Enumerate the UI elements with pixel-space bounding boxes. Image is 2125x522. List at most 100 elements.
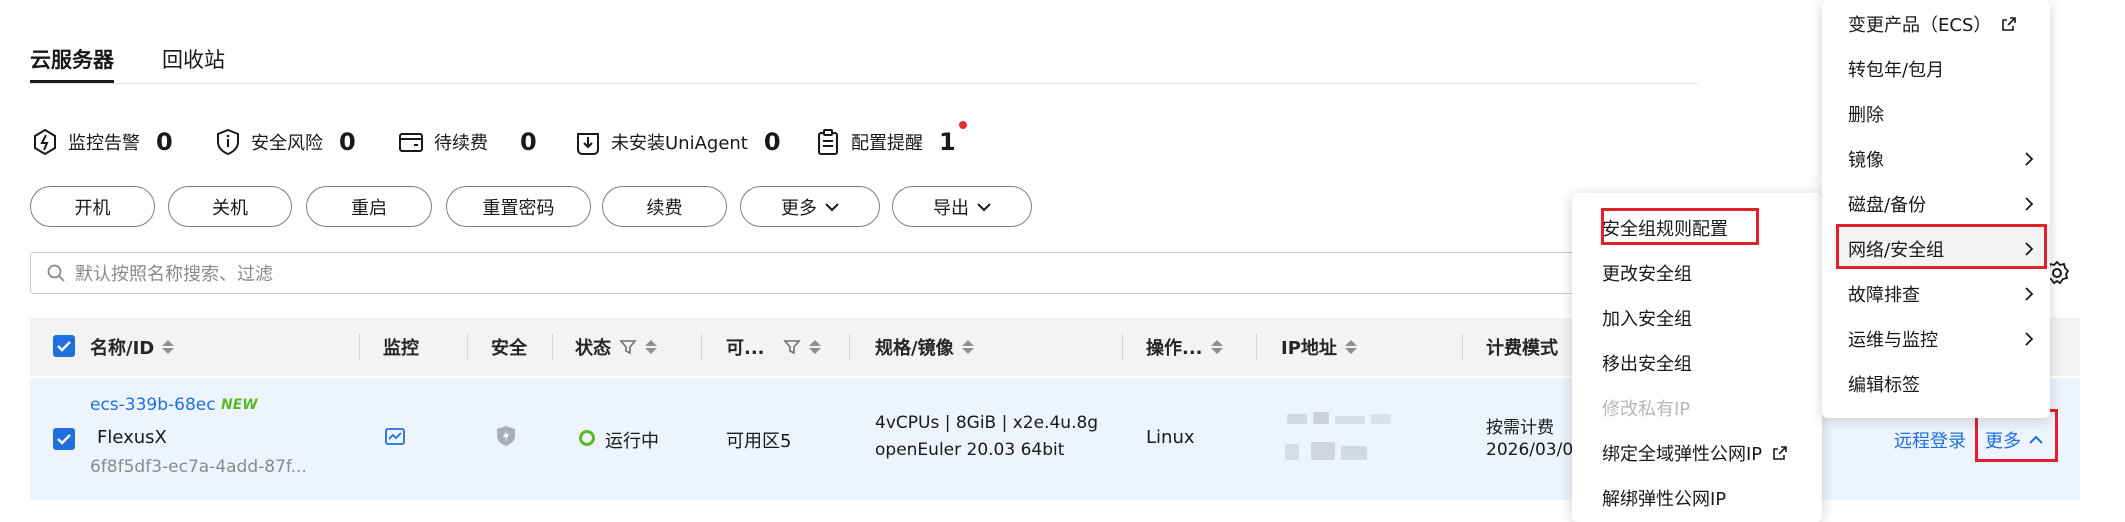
menu-item-leave-sg[interactable]: 移出安全组 [1602,350,1692,376]
highlight-sg-rules [1601,208,1759,245]
reset-password-button[interactable]: 重置密码 [446,186,591,227]
sort-icon[interactable] [162,340,175,354]
start-button[interactable]: 开机 [30,186,155,227]
select-all-checkbox[interactable] [53,335,75,357]
column-billing[interactable]: 计费模式 [1486,318,1558,376]
renew-label: 续费 [646,197,683,219]
menu-item-label: 加入安全组 [1602,309,1692,330]
restart-button[interactable]: 重启 [306,186,432,227]
menu-item-troubleshoot[interactable]: 故障排查 [1848,281,2034,307]
column-divider [552,334,553,360]
row-checkbox[interactable] [53,428,75,450]
menu-item-disk-backup[interactable]: 磁盘/备份 [1848,191,2034,217]
column-monitor-label: 监控 [383,338,419,359]
download-box-icon [577,133,599,155]
stat-label: 安全风险 [251,133,323,154]
tab-recycle-bin[interactable]: 回收站 [162,44,225,74]
search-icon [47,264,65,282]
menu-item-convert-yearly[interactable]: 转包年/包月 [1848,56,1944,82]
menu-item-change-product[interactable]: 变更产品（ECS） [1848,11,2017,37]
sort-icon[interactable] [645,340,657,354]
notification-dot [959,121,967,129]
column-os-label: 操作... [1146,338,1203,359]
tab-divider [30,83,1698,84]
restart-label: 重启 [351,197,387,219]
chevron-right-icon [2025,152,2034,166]
menu-item-image[interactable]: 镜像 [1848,146,2034,172]
menu-item-label: 运维与监控 [1848,330,1938,351]
clipboard-icon [818,129,838,155]
stat-config-reminders[interactable]: 配置提醒 1 [813,124,956,160]
column-billing-label: 计费模式 [1486,338,1558,359]
stat-pending-renewal[interactable]: 待续费 0 [396,124,537,160]
chevron-right-icon [2025,287,2034,301]
filter-icon[interactable] [619,338,637,356]
sort-icon[interactable] [1210,340,1223,354]
menu-item-edit-tags[interactable]: 编辑标签 [1848,371,1920,397]
column-os[interactable]: 操作... [1146,318,1223,376]
tab-cloud-servers[interactable]: 云服务器 [30,44,114,74]
menu-item-label: 更改安全组 [1602,264,1692,285]
security-status-icon[interactable] [495,424,517,452]
renew-button[interactable]: 续费 [602,186,727,227]
instance-name-link[interactable]: ecs-339b-68ec [90,395,216,415]
search-bar[interactable]: 默认按照名称搜索、过滤 [30,252,1730,294]
column-security-label: 安全 [491,338,527,359]
menu-item-label: 移出安全组 [1602,354,1692,375]
stat-label: 配置提醒 [851,133,923,154]
column-divider [467,334,468,360]
column-name-label: 名称/ID [90,338,155,359]
sort-icon[interactable] [808,340,821,354]
remote-login-link[interactable]: 远程登录 [1894,427,1966,453]
menu-item-label: 变更产品（ECS） [1848,15,1992,36]
column-spec-label: 规格/镜像 [875,338,954,359]
menu-item-bind-global-eip[interactable]: 绑定全域弹性公网IP [1602,440,1788,466]
spec-line-1: 4vCPUs | 8GiB | x2e.4u.8g [875,413,1099,433]
monitor-chart-button[interactable] [384,426,406,452]
stat-value: 0 [520,128,537,156]
instance-flavor-name: FlexusX [97,427,167,448]
column-availability-zone[interactable]: 可... [726,318,821,376]
sort-icon[interactable] [1344,340,1357,354]
stat-monitor-alarms[interactable]: 监控告警 0 [30,124,173,160]
shield-info-icon [217,128,239,156]
column-ip[interactable]: IP地址 [1281,318,1357,376]
column-status[interactable]: 状态 [575,318,657,376]
stat-label: 未安装UniAgent [611,133,748,154]
sort-icon[interactable] [961,340,974,354]
stat-label: 待续费 [434,133,488,154]
menu-item-delete[interactable]: 删除 [1848,101,1884,127]
stat-security-risks[interactable]: 安全风险 0 [213,124,356,160]
stop-label: 关机 [212,197,248,219]
new-badge: NEW [221,397,258,413]
more-actions-button[interactable]: 更多 [740,186,880,227]
menu-item-join-sg[interactable]: 加入安全组 [1602,305,1692,331]
filter-icon[interactable] [782,338,801,356]
stat-value: 0 [156,128,173,156]
export-button[interactable]: 导出 [892,186,1032,227]
column-divider [701,334,702,360]
wallet-icon [399,133,423,152]
status-text: 运行中 [605,431,659,452]
stop-button[interactable]: 关机 [168,186,292,227]
chevron-right-icon [2025,197,2034,211]
stat-value: 0 [763,128,781,156]
column-divider [1256,334,1257,360]
running-status-icon [579,430,595,446]
chevron-down-icon [977,202,991,211]
column-name[interactable]: 名称/ID [90,318,175,376]
stat-uniagent-missing[interactable]: 未安装UniAgent 0 [573,124,781,160]
billing-date: 2026/03/07 [1486,440,1584,460]
column-divider [1122,334,1123,360]
network-security-submenu: 安全组规则配置 更改安全组 加入安全组 移出安全组 修改私有IP 绑定全域弹性公… [1572,193,1822,522]
column-divider [849,334,850,360]
column-ip-label: IP地址 [1281,338,1337,359]
column-spec[interactable]: 规格/镜像 [875,318,974,376]
menu-item-unbind-eip[interactable]: 解绑弹性公网IP [1602,485,1726,511]
menu-item-ops-monitoring[interactable]: 运维与监控 [1848,326,2034,352]
menu-item-change-sg[interactable]: 更改安全组 [1602,260,1692,286]
external-link-icon [1773,446,1787,460]
stat-value: 0 [339,128,356,156]
menu-item-label: 解绑弹性公网IP [1602,489,1727,510]
alarm-icon [34,128,56,156]
